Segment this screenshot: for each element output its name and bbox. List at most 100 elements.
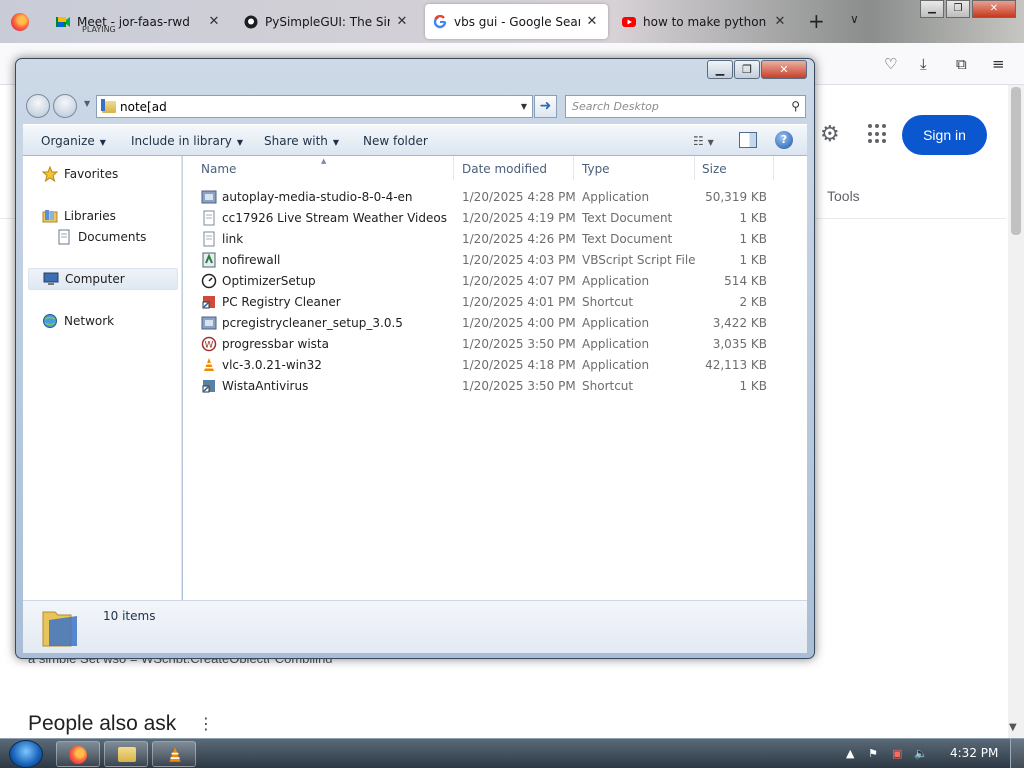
menu-hamburger-icon[interactable]: ≡ bbox=[992, 55, 1005, 73]
file-row[interactable]: link 1/20/2025 4:26 PM Text Document 1 KB bbox=[183, 228, 807, 249]
network-globe-icon bbox=[43, 314, 57, 328]
chevron-down-icon: ▼ bbox=[332, 138, 340, 147]
show-hidden-icons-arrow[interactable]: ▲ bbox=[846, 747, 854, 760]
text-document-icon bbox=[203, 210, 215, 225]
list-all-tabs-chevron-icon[interactable]: ∨ bbox=[850, 12, 859, 26]
taskbar-clock[interactable]: 4:32 PM bbox=[950, 746, 998, 760]
volume-speaker-icon[interactable]: 🔈 bbox=[914, 747, 928, 760]
action-center-flag-icon[interactable]: ⚑ bbox=[868, 747, 878, 760]
shortcut-icon bbox=[202, 379, 215, 392]
google-apps-grid-icon[interactable] bbox=[868, 124, 888, 144]
file-row[interactable]: cc17926 Live Stream Weather Videos 1/20/2… bbox=[183, 207, 807, 228]
github-icon bbox=[244, 15, 258, 28]
minimize-window-button[interactable]: ▁ bbox=[920, 0, 944, 18]
tab-title: PySimpleGUI: The Simpl bbox=[265, 14, 390, 29]
text-document-icon bbox=[203, 231, 215, 246]
tab-meet[interactable]: Meet - jor-faas-rwd PLAYING ✕ bbox=[48, 4, 230, 39]
tools-filter-link[interactable]: Tools bbox=[827, 188, 860, 204]
maximize-window-button[interactable]: ❐ bbox=[946, 0, 970, 18]
vbscript-icon bbox=[202, 252, 216, 267]
nav-item-network[interactable]: Network bbox=[28, 310, 178, 332]
explorer-minimize-button[interactable]: ▁ bbox=[707, 60, 733, 79]
column-divider[interactable] bbox=[694, 156, 695, 180]
settings-gear-icon[interactable]: ⚙ bbox=[820, 122, 840, 147]
help-icon[interactable]: ? bbox=[775, 131, 793, 149]
explorer-window: ▁ ❐ ✕ ▼ ▼ ➜ Search Desktop ⚲ Organize▼ I… bbox=[15, 58, 815, 659]
svg-text:W: W bbox=[205, 340, 214, 350]
nav-item-computer[interactable]: Computer bbox=[28, 268, 178, 290]
page-scrollbar[interactable] bbox=[1008, 85, 1024, 740]
start-orb-button[interactable] bbox=[9, 740, 43, 768]
column-header-size[interactable]: Size bbox=[702, 162, 727, 176]
search-icon[interactable]: ⚲ bbox=[791, 99, 800, 113]
include-in-library-menu[interactable]: Include in library ▼ bbox=[131, 134, 243, 148]
people-also-ask-heading: People also ask bbox=[28, 712, 177, 735]
file-row[interactable]: pcregistrycleaner_setup_3.0.5 1/20/2025 4… bbox=[183, 312, 807, 333]
address-input[interactable] bbox=[120, 97, 516, 116]
network-status-icon[interactable]: ▣ bbox=[892, 747, 902, 760]
share-with-menu[interactable]: Share with ▼ bbox=[264, 134, 339, 148]
chevron-down-icon: ▼ bbox=[99, 138, 106, 147]
explorer-close-button[interactable]: ✕ bbox=[761, 60, 807, 79]
close-tab-icon[interactable]: ✕ bbox=[394, 14, 410, 29]
vlc-icon bbox=[204, 357, 214, 371]
preview-pane-icon[interactable] bbox=[739, 132, 757, 148]
nav-item-favorites[interactable]: Favorites bbox=[28, 163, 178, 185]
firefox-icon bbox=[69, 746, 87, 764]
organize-menu[interactable]: Organize ▼ bbox=[41, 134, 106, 148]
column-header-name[interactable]: Name bbox=[201, 162, 236, 176]
new-tab-plus-icon[interactable]: + bbox=[808, 9, 825, 33]
sign-in-button[interactable]: Sign in bbox=[902, 115, 987, 155]
recent-pages-chevron-icon[interactable]: ▼ bbox=[84, 99, 90, 108]
show-desktop-button[interactable] bbox=[1010, 739, 1024, 768]
column-header-date[interactable]: Date modified bbox=[462, 162, 547, 176]
computer-icon bbox=[43, 272, 59, 285]
taskbar-explorer-button[interactable] bbox=[104, 741, 148, 767]
go-arrow-button[interactable]: ➜ bbox=[534, 95, 557, 118]
file-row[interactable]: WistaAntivirus 1/20/2025 3:50 PM Shortcut 1… bbox=[183, 375, 807, 396]
address-dropdown-icon[interactable]: ▼ bbox=[516, 102, 532, 111]
tab-pysimplegui[interactable]: PySimpleGUI: The Simpl ✕ bbox=[236, 4, 418, 39]
file-row[interactable]: autoplay-media-studio-8-0-4-en 1/20/2025 … bbox=[183, 186, 807, 207]
address-bar[interactable]: ▼ bbox=[96, 95, 533, 118]
extensions-icon[interactable]: ⧉ bbox=[956, 55, 967, 73]
close-tab-icon[interactable]: ✕ bbox=[206, 14, 222, 29]
search-placeholder: Search Desktop bbox=[572, 100, 659, 113]
close-tab-icon[interactable]: ✕ bbox=[772, 14, 788, 29]
back-arrow-icon[interactable] bbox=[26, 94, 50, 118]
new-folder-button[interactable]: New folder bbox=[363, 134, 428, 148]
taskbar-vlc-button[interactable] bbox=[152, 741, 196, 767]
close-window-button[interactable]: ✕ bbox=[972, 0, 1016, 18]
column-divider[interactable] bbox=[573, 156, 574, 180]
tab-youtube[interactable]: how to make python gu ✕ bbox=[614, 4, 796, 39]
more-options-icon[interactable]: ⋮ bbox=[198, 714, 214, 733]
command-bar: Organize ▼ Include in library ▼ Share with… bbox=[23, 124, 807, 156]
column-divider[interactable] bbox=[773, 156, 774, 180]
column-header-type[interactable]: Type bbox=[582, 162, 610, 176]
pocket-icon[interactable]: ♡ bbox=[884, 55, 897, 73]
file-row[interactable]: nofirewall 1/20/2025 4:03 PM VBScript Scri… bbox=[183, 249, 807, 270]
vlc-icon bbox=[169, 747, 181, 762]
nav-item-libraries[interactable]: Libraries bbox=[28, 205, 178, 227]
search-desktop-field[interactable]: Search Desktop ⚲ bbox=[565, 95, 806, 118]
scroll-down-arrow-icon[interactable]: ▼ bbox=[1009, 722, 1017, 733]
firefox-icon[interactable] bbox=[11, 13, 29, 31]
explorer-maximize-button[interactable]: ❐ bbox=[734, 60, 760, 79]
change-view-icon[interactable]: ☷ ▼ bbox=[693, 134, 714, 148]
close-tab-icon[interactable]: ✕ bbox=[584, 14, 600, 29]
downloads-icon[interactable]: ⤓ bbox=[920, 55, 927, 73]
file-row[interactable]: W progressbar wista 1/20/2025 3:50 PM Appl… bbox=[183, 333, 807, 354]
tab-google-search[interactable]: vbs gui - Google Search ✕ bbox=[425, 4, 608, 39]
item-count: 10 items bbox=[103, 609, 156, 623]
file-row[interactable]: vlc-3.0.21-win32 1/20/2025 4:18 PM Applica… bbox=[183, 354, 807, 375]
file-row[interactable]: PC Registry Cleaner 1/20/2025 4:01 PM Shor… bbox=[183, 291, 807, 312]
column-divider[interactable] bbox=[453, 156, 454, 180]
scrollbar-thumb[interactable] bbox=[1011, 87, 1021, 235]
taskbar-firefox-button[interactable] bbox=[56, 741, 100, 767]
file-row[interactable]: OptimizerSetup 1/20/2025 4:07 PM Applicati… bbox=[183, 270, 807, 291]
nav-item-documents[interactable]: Documents bbox=[28, 226, 178, 248]
forward-arrow-icon[interactable] bbox=[53, 94, 77, 118]
youtube-icon bbox=[622, 16, 636, 27]
folder-icon bbox=[118, 747, 136, 762]
app-w-icon: W bbox=[201, 336, 217, 351]
